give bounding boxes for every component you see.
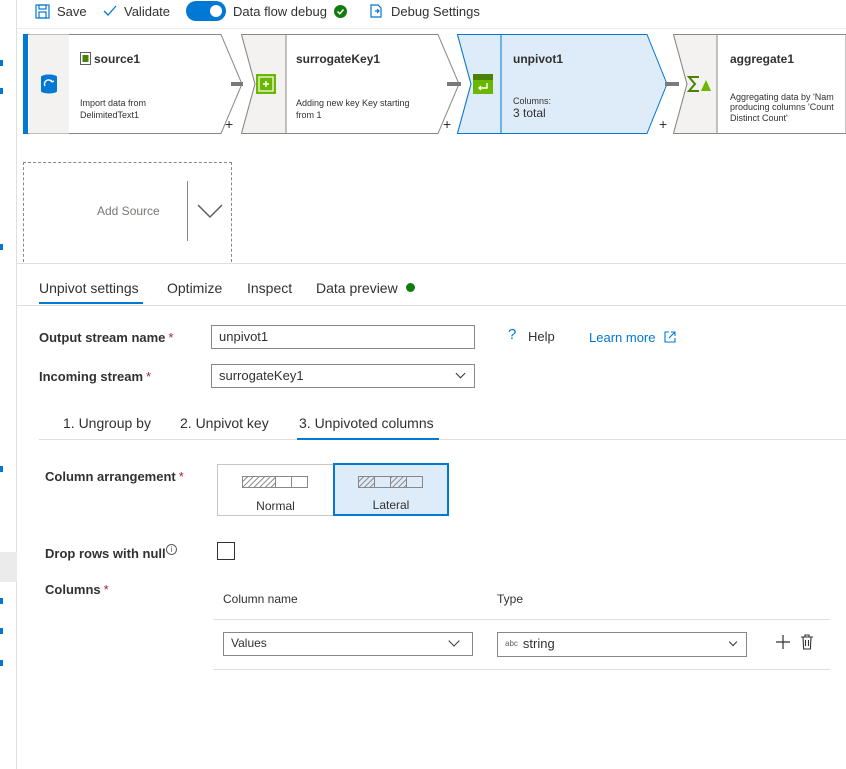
status-dot <box>405 283 415 292</box>
node-title: surrogateKey1 <box>296 52 381 66</box>
edge-marker <box>0 598 3 604</box>
node-title: aggregate1 <box>730 52 795 66</box>
help-link[interactable]: Help <box>528 329 555 344</box>
add-row-icon[interactable] <box>775 634 791 650</box>
edge-marker <box>0 628 3 634</box>
learn-more-link[interactable]: Learn more <box>589 330 676 345</box>
toolbar: Save Validate Data flow debug Debug Sett… <box>17 0 846 22</box>
checkmark-icon <box>103 5 117 16</box>
edge-marker <box>0 88 3 94</box>
node-desc: Adding new key Key starting <box>296 98 410 108</box>
normal-layout-icon <box>242 476 308 488</box>
node-desc: DelimitedText1 <box>80 110 140 120</box>
save-icon <box>35 3 50 19</box>
drop-rows-null-checkbox[interactable] <box>217 542 235 560</box>
add-source-divider <box>187 181 188 241</box>
settings-tabs: Unpivot settings Optimize Inspect Data p… <box>17 264 846 306</box>
settings-panel: Unpivot settings Optimize Inspect Data p… <box>17 263 846 769</box>
unpivot-icon <box>473 74 493 94</box>
output-stream-input[interactable]: unpivot1 <box>211 325 475 349</box>
add-transform-button[interactable]: + <box>443 116 451 132</box>
data-flow-debug-toggle[interactable]: Data flow debug <box>186 0 347 22</box>
incoming-stream-label: Incoming stream * <box>39 369 152 384</box>
success-check-icon <box>333 4 347 18</box>
arrangement-normal-label: Normal <box>256 499 295 513</box>
node-title: source1 <box>94 52 141 66</box>
source-icon <box>41 74 57 94</box>
incoming-stream-value: surrogateKey1 <box>219 368 304 383</box>
node-desc: from 1 <box>296 110 322 120</box>
column-arrangement-label: Column arrangement * <box>45 469 184 484</box>
node-unpivot1[interactable]: unpivot1 Columns: 3 total <box>457 34 669 134</box>
validate-button[interactable]: Validate <box>103 0 170 22</box>
tab-optimize[interactable]: Optimize <box>167 280 222 296</box>
debug-label: Data flow debug <box>233 3 327 19</box>
node-surrogatekey1[interactable]: surrogateKey1 Adding new key Key startin… <box>241 34 461 134</box>
column-name-value: Values <box>231 636 267 650</box>
aggregate-icon <box>687 76 711 92</box>
incoming-stream-select[interactable]: surrogateKey1 <box>211 364 475 388</box>
string-type-icon: abc <box>505 639 518 648</box>
edge-selection <box>0 552 17 582</box>
node-desc: Import data from <box>80 98 147 108</box>
debug-toggle-switch[interactable] <box>186 1 226 21</box>
debug-settings-button[interactable]: Debug Settings <box>368 0 480 22</box>
edge-marker <box>0 60 3 66</box>
node-desc: Distinct Count' <box>730 113 788 123</box>
node-desc: producing columns 'Count <box>730 102 834 112</box>
data-flow-canvas: source1 Import data from DelimitedText1 … <box>17 28 846 262</box>
active-tab-indicator <box>39 302 143 304</box>
add-transform-button[interactable]: + <box>659 116 667 132</box>
subtab-unpivoted-columns[interactable]: 3. Unpivoted columns <box>299 415 434 431</box>
arrangement-lateral-label: Lateral <box>372 498 410 512</box>
type-value: string <box>522 636 555 651</box>
help-icon[interactable]: ? <box>508 326 516 343</box>
chevron-down-icon <box>448 635 460 647</box>
add-source-button[interactable]: Add Source <box>23 162 232 262</box>
surrogate-key-icon <box>256 74 276 94</box>
info-icon[interactable]: i <box>166 544 177 555</box>
chevron-down-icon[interactable] <box>197 203 223 219</box>
chevron-down-icon <box>728 637 738 647</box>
unpivot-subtabs: 1. Ungroup by 2. Unpivot key 3. Unpivote… <box>39 404 846 440</box>
left-edge-strip <box>0 0 17 769</box>
column-name-header: Column name <box>223 592 298 606</box>
chevron-down-icon <box>455 368 466 379</box>
debug-settings-icon <box>370 4 382 18</box>
add-source-label: Add Source <box>97 204 160 218</box>
external-link-icon <box>664 331 676 343</box>
drop-rows-with-null-label: Drop rows with null <box>45 546 166 561</box>
tab-data-preview-label: Data preview <box>316 280 398 296</box>
active-subtab-indicator <box>297 438 439 440</box>
type-header: Type <box>497 592 524 606</box>
file-icon <box>80 52 91 65</box>
grid-divider <box>213 619 830 620</box>
subtab-unpivot-key[interactable]: 2. Unpivot key <box>180 415 269 431</box>
columns-label: Columns * <box>45 582 109 597</box>
column-name-select[interactable]: Values <box>223 632 473 656</box>
tab-inspect[interactable]: Inspect <box>247 280 292 296</box>
delete-row-icon[interactable] <box>800 634 814 650</box>
edge-marker <box>0 660 3 666</box>
add-transform-button[interactable]: + <box>225 116 233 132</box>
output-stream-label: Output stream name * <box>39 330 174 345</box>
save-button[interactable]: Save <box>35 0 87 22</box>
edge-marker <box>0 244 3 250</box>
save-label: Save <box>57 3 87 19</box>
type-select[interactable]: abc string <box>497 632 747 657</box>
arrangement-lateral-option[interactable]: Lateral <box>333 463 449 516</box>
validate-label: Validate <box>124 3 171 19</box>
tab-unpivot-settings[interactable]: Unpivot settings <box>39 280 139 296</box>
node-source1[interactable]: source1 Import data from DelimitedText1 <box>23 34 243 134</box>
tab-data-preview[interactable]: Data preview <box>316 280 415 296</box>
arrangement-normal-option[interactable]: Normal <box>217 464 334 516</box>
debug-settings-label: Debug Settings <box>391 3 480 19</box>
edge-marker <box>0 466 3 472</box>
node-title: unpivot1 <box>513 52 563 66</box>
lateral-layout-icon <box>358 476 423 488</box>
node-desc: 3 total <box>513 106 546 120</box>
node-aggregate1[interactable]: aggregate1 Aggregating data by 'Nam prod… <box>673 34 846 134</box>
grid-divider <box>213 669 830 670</box>
subtab-ungroup-by[interactable]: 1. Ungroup by <box>63 415 151 431</box>
